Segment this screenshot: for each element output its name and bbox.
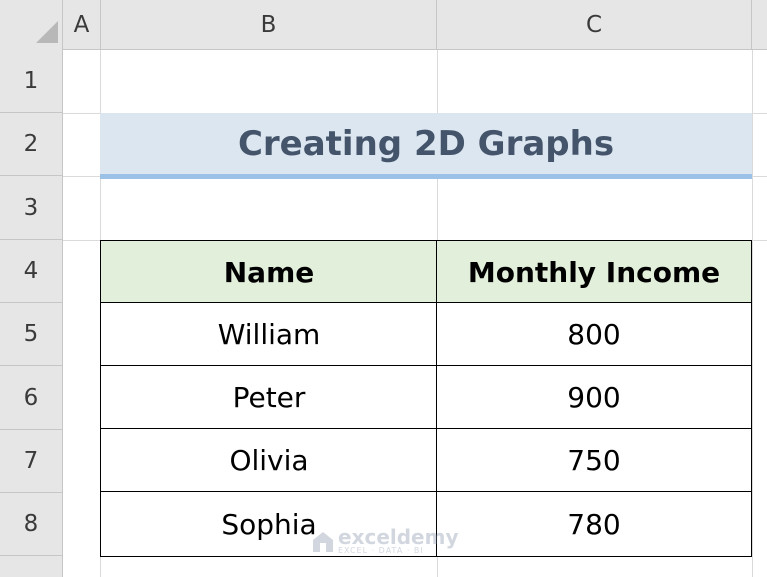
row-header-4[interactable]: 4 — [0, 240, 63, 303]
exceldemy-logo-icon — [313, 531, 333, 552]
watermark-brand: exceldemy — [338, 525, 459, 549]
title-underline — [100, 174, 752, 179]
table-cell-income[interactable]: 900 — [436, 365, 752, 430]
watermark: exceldemy EXCEL · DATA · BI — [312, 525, 459, 555]
row-header-5[interactable]: 5 — [0, 303, 63, 366]
select-all-triangle-icon — [36, 21, 58, 43]
gridline — [752, 50, 753, 577]
table-cell-name[interactable]: Peter — [100, 365, 438, 430]
column-header-c[interactable]: C — [437, 0, 752, 50]
row-header-6[interactable]: 6 — [0, 366, 63, 430]
row-header-7[interactable]: 7 — [0, 430, 63, 493]
table-cell-name[interactable]: Olivia — [100, 428, 438, 493]
header-cell-monthly-income[interactable]: Monthly Income — [436, 240, 752, 304]
row-header-9[interactable] — [0, 556, 63, 577]
row-header-2[interactable]: 2 — [0, 113, 63, 176]
table-cell-income[interactable]: 800 — [436, 302, 752, 367]
income-table: Name Monthly Income William 800 Peter 90… — [100, 240, 752, 557]
column-header-a[interactable]: A — [63, 0, 101, 50]
sheet-title[interactable]: Creating 2D Graphs — [100, 113, 752, 175]
row-header-1[interactable]: 1 — [0, 50, 63, 113]
table-cell-name[interactable]: William — [100, 302, 438, 367]
column-header-b[interactable]: B — [101, 0, 437, 50]
table-cell-income[interactable]: 780 — [436, 491, 752, 557]
table-cell-income[interactable]: 750 — [436, 428, 752, 493]
row-header-3[interactable]: 3 — [0, 176, 63, 240]
row-header-8[interactable]: 8 — [0, 493, 63, 556]
header-cell-name[interactable]: Name — [100, 240, 438, 304]
